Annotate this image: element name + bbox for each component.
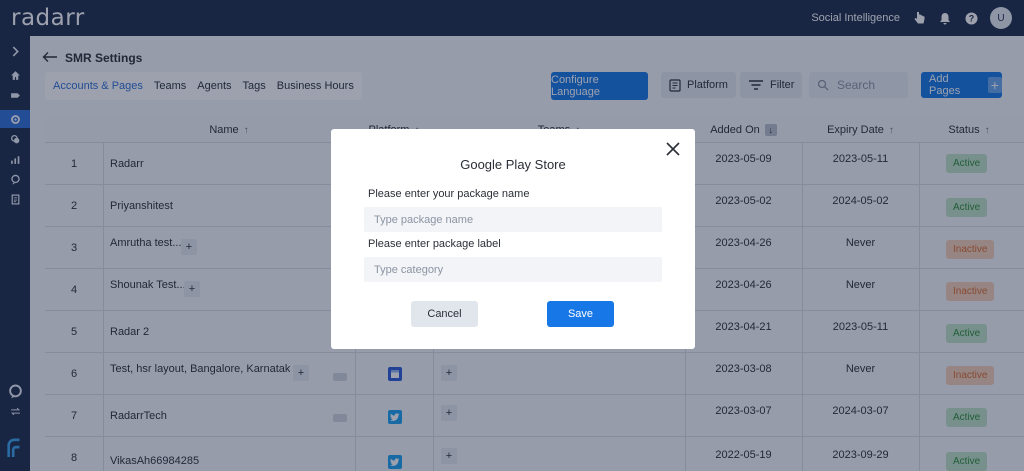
package-name-input[interactable] [364,207,662,232]
package-name-label: Please enter your package name [368,188,530,200]
package-label-input[interactable] [364,257,662,282]
cancel-button[interactable]: Cancel [411,301,478,327]
package-label-label: Please enter package label [368,238,501,250]
dialog-title: Google Play Store [460,157,566,172]
close-icon[interactable] [665,141,681,157]
save-button[interactable]: Save [547,301,614,327]
google-play-store-dialog: Google Play Store Please enter your pack… [331,129,695,349]
